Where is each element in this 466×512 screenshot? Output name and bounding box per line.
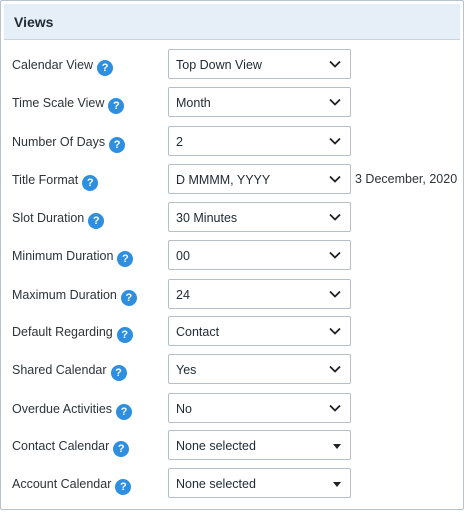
contact-calendar-multiselect[interactable]: None selected (168, 430, 351, 460)
row-time-scale-view: Time Scale View? Month (1, 87, 465, 119)
overdue-activities-label: Overdue Activities? (12, 402, 133, 420)
help-icon[interactable]: ? (109, 137, 126, 153)
help-icon[interactable]: ? (110, 365, 127, 381)
time-scale-view-select[interactable]: Month (168, 87, 351, 117)
panel-title: Views (14, 14, 54, 30)
row-slot-duration: Slot Duration? 30 Minutes (1, 202, 465, 234)
help-icon[interactable]: ? (113, 441, 130, 457)
number-of-days-select[interactable]: 2 (168, 126, 351, 156)
minimum-duration-select[interactable]: 00 (168, 240, 351, 270)
row-account-calendar: Account Calendar? None selected (1, 468, 465, 500)
select-value: 24 (176, 288, 190, 302)
row-calendar-view: Calendar View? Top Down View (1, 49, 465, 81)
chevron-down-icon (329, 60, 341, 68)
select-value: 2 (176, 135, 183, 149)
number-of-days-label: Number Of Days? (12, 135, 126, 153)
help-icon[interactable]: ? (88, 213, 105, 229)
help-icon[interactable]: ? (120, 290, 137, 306)
maximum-duration-select[interactable]: 24 (168, 279, 351, 309)
select-value: Top Down View (176, 58, 262, 72)
calendar-view-label: Calendar View? (12, 58, 114, 76)
chevron-down-icon (329, 251, 341, 259)
row-title-format: Title Format? D MMMM, YYYY 3 December, 2… (1, 164, 465, 196)
row-number-of-days: Number Of Days? 2 (1, 126, 465, 158)
shared-calendar-select[interactable]: Yes (168, 354, 351, 384)
select-value: None selected (176, 477, 256, 491)
chevron-down-icon (329, 290, 341, 298)
caret-down-icon (333, 482, 341, 487)
calendar-view-select[interactable]: Top Down View (168, 49, 351, 79)
views-panel: Views Calendar View? Top Down View Time … (0, 0, 464, 510)
chevron-down-icon (329, 365, 341, 373)
shared-calendar-label: Shared Calendar? (12, 363, 127, 381)
chevron-down-icon (329, 404, 341, 412)
select-value: 00 (176, 249, 190, 263)
help-icon[interactable]: ? (117, 251, 134, 267)
select-value: Contact (176, 325, 220, 339)
row-contact-calendar: Contact Calendar? None selected (1, 430, 465, 462)
row-minimum-duration: Minimum Duration? 00 (1, 240, 465, 272)
help-icon[interactable]: ? (116, 404, 133, 420)
title-format-preview: 3 December, 2020 (355, 172, 458, 186)
select-value: Yes (176, 363, 197, 377)
default-regarding-select[interactable]: Contact (168, 316, 351, 346)
contact-calendar-label: Contact Calendar? (12, 439, 130, 457)
select-value: Month (176, 96, 211, 110)
row-default-regarding: Default Regarding? Contact (1, 316, 465, 348)
chevron-down-icon (329, 175, 341, 183)
caret-down-icon (333, 444, 341, 449)
account-calendar-multiselect[interactable]: None selected (168, 468, 351, 498)
row-shared-calendar: Shared Calendar? Yes (1, 354, 465, 386)
title-format-select[interactable]: D MMMM, YYYY (168, 164, 351, 194)
help-icon[interactable]: ? (115, 479, 132, 495)
account-calendar-label: Account Calendar? (12, 477, 132, 495)
help-icon[interactable]: ? (116, 327, 133, 343)
minimum-duration-label: Minimum Duration? (12, 249, 134, 267)
panel-header: Views (4, 4, 460, 40)
help-icon[interactable]: ? (82, 175, 99, 191)
select-value: No (176, 402, 192, 416)
slot-duration-select[interactable]: 30 Minutes (168, 202, 351, 232)
select-value: D MMMM, YYYY (176, 173, 271, 187)
chevron-down-icon (329, 327, 341, 335)
select-value: 30 Minutes (176, 211, 238, 225)
title-format-label: Title Format? (12, 173, 99, 191)
default-regarding-label: Default Regarding? (12, 325, 133, 343)
slot-duration-label: Slot Duration? (12, 211, 105, 229)
help-icon[interactable]: ? (108, 98, 125, 114)
time-scale-view-label: Time Scale View? (12, 96, 125, 114)
chevron-down-icon (329, 137, 341, 145)
row-maximum-duration: Maximum Duration? 24 (1, 279, 465, 311)
overdue-activities-select[interactable]: No (168, 393, 351, 423)
maximum-duration-label: Maximum Duration? (12, 288, 137, 306)
row-overdue-activities: Overdue Activities? No (1, 393, 465, 425)
chevron-down-icon (329, 213, 341, 221)
select-value: None selected (176, 439, 256, 453)
help-icon[interactable]: ? (97, 60, 114, 76)
chevron-down-icon (329, 98, 341, 106)
